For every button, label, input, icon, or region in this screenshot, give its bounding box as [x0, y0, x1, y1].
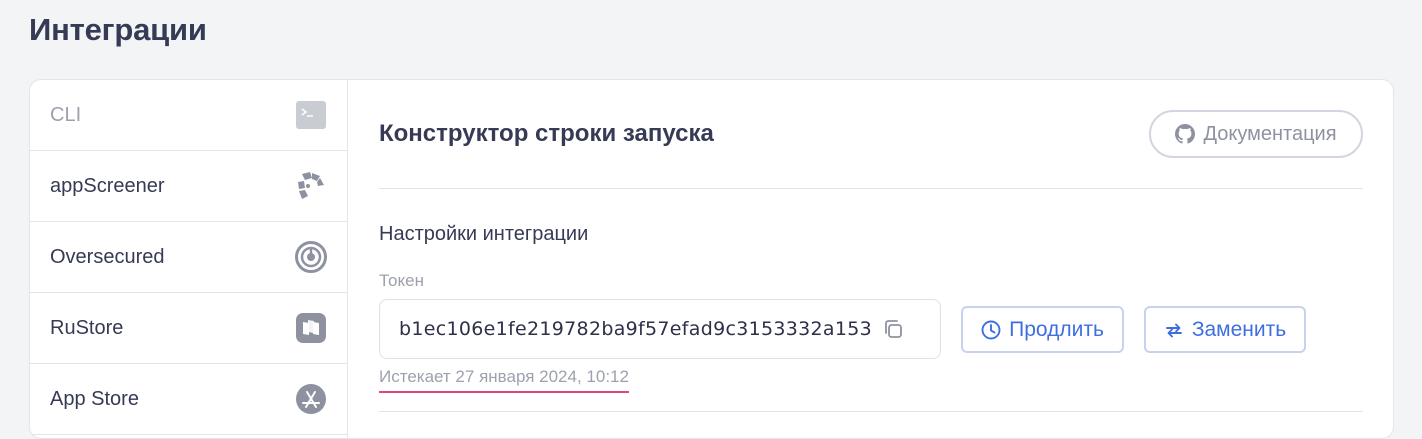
- sidebar-item-label: CLI: [50, 103, 82, 126]
- sidebar-item-label: RuStore: [50, 316, 124, 339]
- appscreener-logo-icon: [295, 170, 327, 202]
- replace-token-button[interactable]: Заменить: [1144, 306, 1306, 353]
- sidebar-item-label: appScreener: [50, 174, 165, 197]
- rustore-logo-icon: [295, 312, 327, 344]
- documentation-button-label: Документация: [1203, 122, 1337, 145]
- token-field[interactable]: b1ec106e1fe219782ba9f57efad9c3153332a153: [379, 299, 941, 359]
- integration-content: Конструктор строки запуска Документация …: [349, 80, 1393, 438]
- sidebar-item-label: Oversecured: [50, 245, 165, 268]
- github-icon: [1175, 124, 1196, 144]
- copy-icon[interactable]: [882, 318, 904, 340]
- divider: [379, 411, 1363, 412]
- integrations-card: CLI appScreener Oversecured RuStore App …: [29, 79, 1394, 439]
- divider: [379, 188, 1363, 189]
- sidebar-item-appstore[interactable]: App Store: [30, 364, 347, 435]
- terminal-icon: [295, 99, 327, 131]
- settings-title: Настройки интеграции: [379, 223, 589, 245]
- sidebar-item-oversecured[interactable]: Oversecured: [30, 222, 347, 293]
- swap-icon: [1164, 320, 1184, 340]
- section-title: Конструктор строки запуска: [379, 120, 714, 147]
- replace-token-button-label: Заменить: [1191, 317, 1287, 341]
- extend-token-button-label: Продлить: [1009, 317, 1104, 341]
- sidebar-item-rustore[interactable]: RuStore: [30, 293, 347, 364]
- extend-token-button[interactable]: Продлить: [961, 306, 1124, 353]
- sidebar-item-appscreener[interactable]: appScreener: [30, 151, 347, 222]
- clock-icon: [981, 320, 1001, 340]
- page-title: Интеграции: [29, 12, 207, 47]
- sidebar-item-cli[interactable]: CLI: [30, 80, 347, 151]
- integrations-sidebar: CLI appScreener Oversecured RuStore App …: [30, 80, 348, 438]
- appstore-logo-icon: [295, 383, 327, 415]
- token-value[interactable]: b1ec106e1fe219782ba9f57efad9c3153332a153: [399, 318, 872, 340]
- token-label: Токен: [379, 271, 424, 290]
- oversecured-logo-icon: [295, 241, 327, 273]
- documentation-button[interactable]: Документация: [1149, 110, 1363, 158]
- sidebar-item-label: App Store: [50, 387, 139, 410]
- token-expiry-text: Истекает 27 января 2024, 10:12: [379, 367, 629, 393]
